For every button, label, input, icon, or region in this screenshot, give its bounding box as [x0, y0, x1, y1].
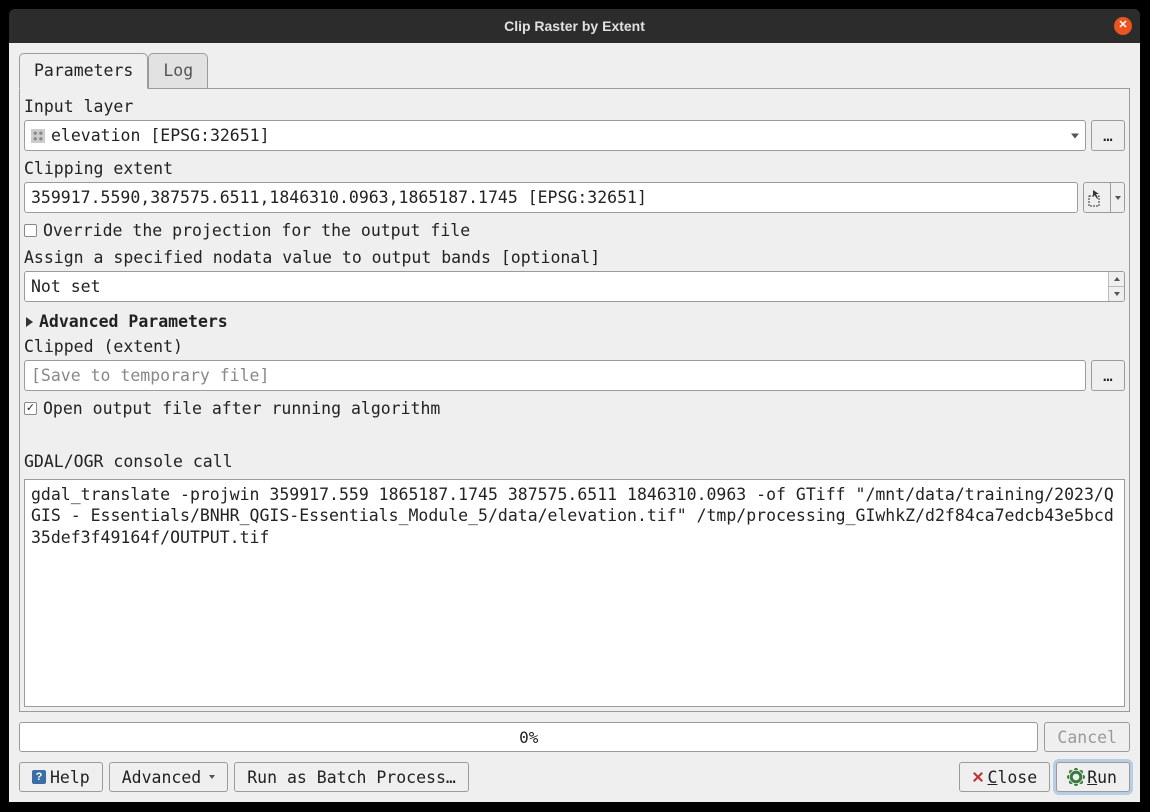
advanced-button[interactable]: Advanced [109, 762, 228, 792]
input-layer-combo[interactable]: elevation [EPSG:32651] [24, 120, 1086, 151]
console-call-label: GDAL/OGR console call [24, 452, 1125, 471]
dialog-footer: 0% Cancel ? Help Advanced Run as Batch P… [19, 712, 1130, 792]
progress-text: 0% [519, 728, 538, 747]
raster-icon [31, 129, 45, 143]
tab-bar: Parameters Log [19, 53, 1130, 88]
run-button[interactable]: Run [1056, 762, 1130, 792]
close-window-button[interactable]: ✕ [1114, 17, 1132, 35]
dialog-body: Parameters Log Input layer elevation [EP… [9, 43, 1140, 802]
input-layer-value: elevation [EPSG:32651] [51, 126, 270, 145]
disclosure-triangle-icon [26, 317, 33, 327]
close-button[interactable]: Close [959, 762, 1051, 792]
override-projection-label: Override the projection for the output f… [43, 221, 470, 240]
input-layer-browse-button[interactable]: … [1091, 120, 1125, 151]
cursor-rect-icon [1088, 189, 1106, 207]
help-button[interactable]: ? Help [19, 762, 103, 792]
clipping-extent-input[interactable] [24, 182, 1078, 213]
nodata-spin-up[interactable] [1109, 272, 1124, 287]
nodata-spin-down[interactable] [1109, 287, 1124, 301]
window-title: Clip Raster by Extent [504, 18, 645, 34]
tab-parameters[interactable]: Parameters [19, 53, 148, 89]
clipped-extent-label: Clipped (extent) [24, 337, 1125, 356]
nodata-label: Assign a specified nodata value to outpu… [24, 248, 1125, 267]
help-button-label: Help [50, 768, 90, 787]
chevron-down-icon [1071, 133, 1079, 138]
clipped-output-input[interactable] [24, 360, 1086, 391]
help-icon: ? [32, 770, 46, 784]
open-output-label: Open output file after running algorithm [43, 399, 440, 418]
override-projection-checkbox[interactable] [24, 224, 37, 237]
clipping-extent-label: Clipping extent [24, 159, 1125, 178]
advanced-parameters-label: Advanced Parameters [39, 312, 228, 331]
extent-select-button-group [1083, 182, 1125, 213]
cancel-button: Cancel [1044, 722, 1130, 752]
input-layer-label: Input layer [24, 97, 1125, 116]
titlebar: Clip Raster by Extent ✕ [9, 9, 1140, 43]
nodata-value[interactable] [25, 272, 1108, 301]
open-output-checkbox[interactable] [24, 402, 37, 415]
close-icon [972, 771, 984, 783]
extent-select-dropdown[interactable] [1110, 183, 1124, 212]
parameters-panel: Input layer elevation [EPSG:32651] … Cli… [19, 88, 1130, 712]
console-call-output[interactable]: gdal_translate -projwin 359917.559 18651… [24, 479, 1125, 707]
progress-bar: 0% [19, 722, 1038, 752]
advanced-parameters-toggle[interactable]: Advanced Parameters [24, 312, 1125, 331]
clipped-output-browse-button[interactable]: … [1091, 360, 1125, 391]
advanced-button-label: Advanced [122, 768, 201, 787]
dialog-window: Clip Raster by Extent ✕ Parameters Log I… [9, 9, 1140, 802]
extent-select-button[interactable] [1084, 183, 1110, 212]
gear-icon [1069, 770, 1083, 784]
run-as-batch-button[interactable]: Run as Batch Process… [234, 762, 469, 792]
chevron-down-icon [209, 775, 215, 779]
tab-log[interactable]: Log [148, 53, 208, 88]
nodata-spinbox[interactable] [24, 271, 1125, 302]
